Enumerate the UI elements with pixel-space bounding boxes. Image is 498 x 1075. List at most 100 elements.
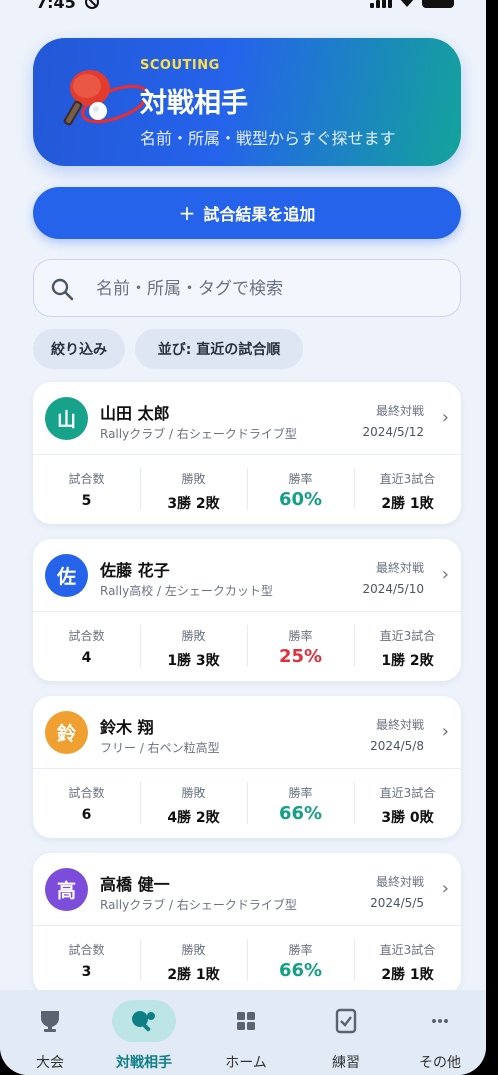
last-match-date: 2024/5/10	[362, 582, 424, 596]
tab-more[interactable]: その他	[400, 990, 480, 1075]
avatar: 山	[45, 397, 88, 440]
tab-practice[interactable]: 練習	[306, 990, 386, 1075]
stat-label: 勝率	[288, 943, 313, 957]
opponent-team: Rallyクラブ / 右シェークドライブ型	[100, 898, 297, 912]
stat-recent: 直近3試合 3勝 0敗	[354, 768, 461, 838]
last-match-date: 2024/5/5	[370, 896, 424, 910]
grid-icon	[237, 1012, 255, 1030]
stat-value: 3	[81, 964, 92, 980]
opponent-card[interactable]: 鈴 鈴木 翔 フリー / 右ペン粒高型 最終対戦 2024/5/8 › 試合数 6…	[33, 696, 461, 838]
tab-label: 練習	[332, 1055, 360, 1071]
stat-label: 直近3試合	[379, 472, 436, 486]
stat-value: 1勝 3敗	[167, 653, 220, 669]
plus-icon: +	[178, 201, 196, 225]
last-match-date: 2024/5/8	[370, 739, 424, 753]
stat-recent: 直近3試合 2勝 1敗	[354, 454, 461, 524]
stats-row: 試合数 4 勝敗 1勝 3敗 勝率 25% 直近3試合 1勝 2敗	[33, 611, 461, 681]
status-icons	[370, 0, 454, 8]
tab-label: その他	[419, 1055, 461, 1071]
opponent-team: Rally高校 / 左シェークカット型	[100, 584, 273, 598]
stat-rate: 勝率 66%	[247, 925, 354, 995]
stat-label: 直近3試合	[379, 943, 436, 957]
search-box[interactable]	[33, 259, 461, 317]
stat-value: 2勝 1敗	[381, 967, 434, 983]
stat-label: 勝率	[288, 472, 313, 486]
tab-tournament[interactable]: 大会	[10, 990, 90, 1075]
stats-row: 試合数 3 勝敗 2勝 1敗 勝率 66% 直近3試合 2勝 1敗	[33, 925, 461, 995]
filter-chip[interactable]: 絞り込み	[33, 329, 125, 369]
stat-value: 5	[81, 493, 92, 509]
stat-label: 試合数	[68, 629, 105, 643]
page-title: 対戦相手	[140, 88, 248, 119]
paddle-icon	[132, 1011, 155, 1032]
stat-record: 勝敗 4勝 2敗	[140, 768, 247, 838]
stat-matches: 試合数 3	[33, 925, 140, 995]
hero-subtitle: 名前・所属・戦型からすぐ探せます	[140, 129, 396, 148]
hero-kicker: SCOUTING	[140, 58, 220, 73]
stat-label: 勝率	[288, 629, 313, 643]
stats-row: 試合数 5 勝敗 3勝 2敗 勝率 60% 直近3試合 2勝 1敗	[33, 454, 461, 524]
stat-value: 3勝 0敗	[381, 810, 434, 826]
tab-home[interactable]: ホーム	[206, 990, 286, 1075]
stat-record: 勝敗 2勝 1敗	[140, 925, 247, 995]
last-match-label: 最終対戦	[375, 875, 424, 889]
avatar: 鈴	[45, 711, 88, 754]
opponent-card[interactable]: 佐 佐藤 花子 Rally高校 / 左シェークカット型 最終対戦 2024/5/…	[33, 539, 461, 681]
status-bar: 7:45	[0, 0, 486, 14]
stat-value: 2勝 1敗	[167, 967, 220, 983]
opponent-card[interactable]: 高 高橋 健一 Rallyクラブ / 右シェークドライブ型 最終対戦 2024/…	[33, 853, 461, 995]
trophy-icon	[41, 1011, 59, 1032]
stat-matches: 試合数 6	[33, 768, 140, 838]
opponent-name: 鈴木 翔	[100, 718, 154, 737]
last-match-label: 最終対戦	[375, 404, 424, 418]
stat-value: 4	[81, 650, 92, 666]
signal-icon	[370, 0, 392, 8]
chevron-right-icon: ›	[441, 721, 449, 742]
stat-label: 直近3試合	[379, 629, 436, 643]
last-match-label: 最終対戦	[375, 561, 424, 575]
screen: 7:45 SCOUTING 対戦相手 名前・所属・戦型からすぐ探せます + 試合…	[0, 0, 486, 1075]
stat-label: 勝敗	[181, 629, 206, 643]
sort-chip[interactable]: 並び: 直近の試合順	[135, 329, 303, 369]
search-input[interactable]	[96, 272, 436, 306]
stat-label: 勝敗	[181, 472, 206, 486]
stat-label: 勝敗	[181, 786, 206, 800]
stat-label: 試合数	[68, 786, 105, 800]
win-rate-value: 66%	[278, 803, 323, 824]
stat-matches: 試合数 4	[33, 611, 140, 681]
win-rate-value: 60%	[278, 489, 323, 510]
win-rate-value: 25%	[278, 646, 323, 667]
clipboard-icon	[335, 1008, 357, 1034]
opponent-card[interactable]: 山 山田 太郎 Rallyクラブ / 右シェークドライブ型 最終対戦 2024/…	[33, 382, 461, 524]
tab-label: ホーム	[225, 1055, 267, 1071]
tab-label: 対戦相手	[116, 1055, 172, 1071]
stat-record: 勝敗 3勝 2敗	[140, 454, 247, 524]
status-time: 7:45	[36, 0, 76, 12]
stats-row: 試合数 6 勝敗 4勝 2敗 勝率 66% 直近3試合 3勝 0敗	[33, 768, 461, 838]
stat-value: 1勝 2敗	[381, 653, 434, 669]
battery-icon	[422, 0, 454, 8]
stat-label: 勝率	[288, 786, 313, 800]
opponent-name: 佐藤 花子	[100, 561, 170, 580]
last-match-date: 2024/5/12	[362, 425, 424, 439]
chevron-right-icon: ›	[441, 878, 449, 899]
stat-label: 勝敗	[181, 943, 206, 957]
opponent-team: フリー / 右ペン粒高型	[100, 741, 220, 755]
stat-label: 試合数	[68, 472, 105, 486]
opponent-name: 高橋 健一	[100, 875, 170, 894]
stat-recent: 直近3試合 2勝 1敗	[354, 925, 461, 995]
tab-label: 大会	[36, 1055, 64, 1071]
more-icon	[432, 1019, 448, 1023]
stat-rate: 勝率 25%	[247, 611, 354, 681]
stat-label: 直近3試合	[379, 786, 436, 800]
stat-recent: 直近3試合 1勝 2敗	[354, 611, 461, 681]
opponent-team: Rallyクラブ / 右シェークドライブ型	[100, 427, 297, 441]
add-match-result-button[interactable]: + 試合結果を追加	[33, 187, 461, 239]
dnd-icon	[85, 0, 99, 9]
stat-rate: 勝率 60%	[247, 454, 354, 524]
tab-opponents[interactable]: 対戦相手	[104, 990, 184, 1075]
stat-record: 勝敗 1勝 3敗	[140, 611, 247, 681]
stat-rate: 勝率 66%	[247, 768, 354, 838]
stat-value: 2勝 1敗	[381, 496, 434, 512]
win-rate-value: 66%	[278, 960, 323, 981]
